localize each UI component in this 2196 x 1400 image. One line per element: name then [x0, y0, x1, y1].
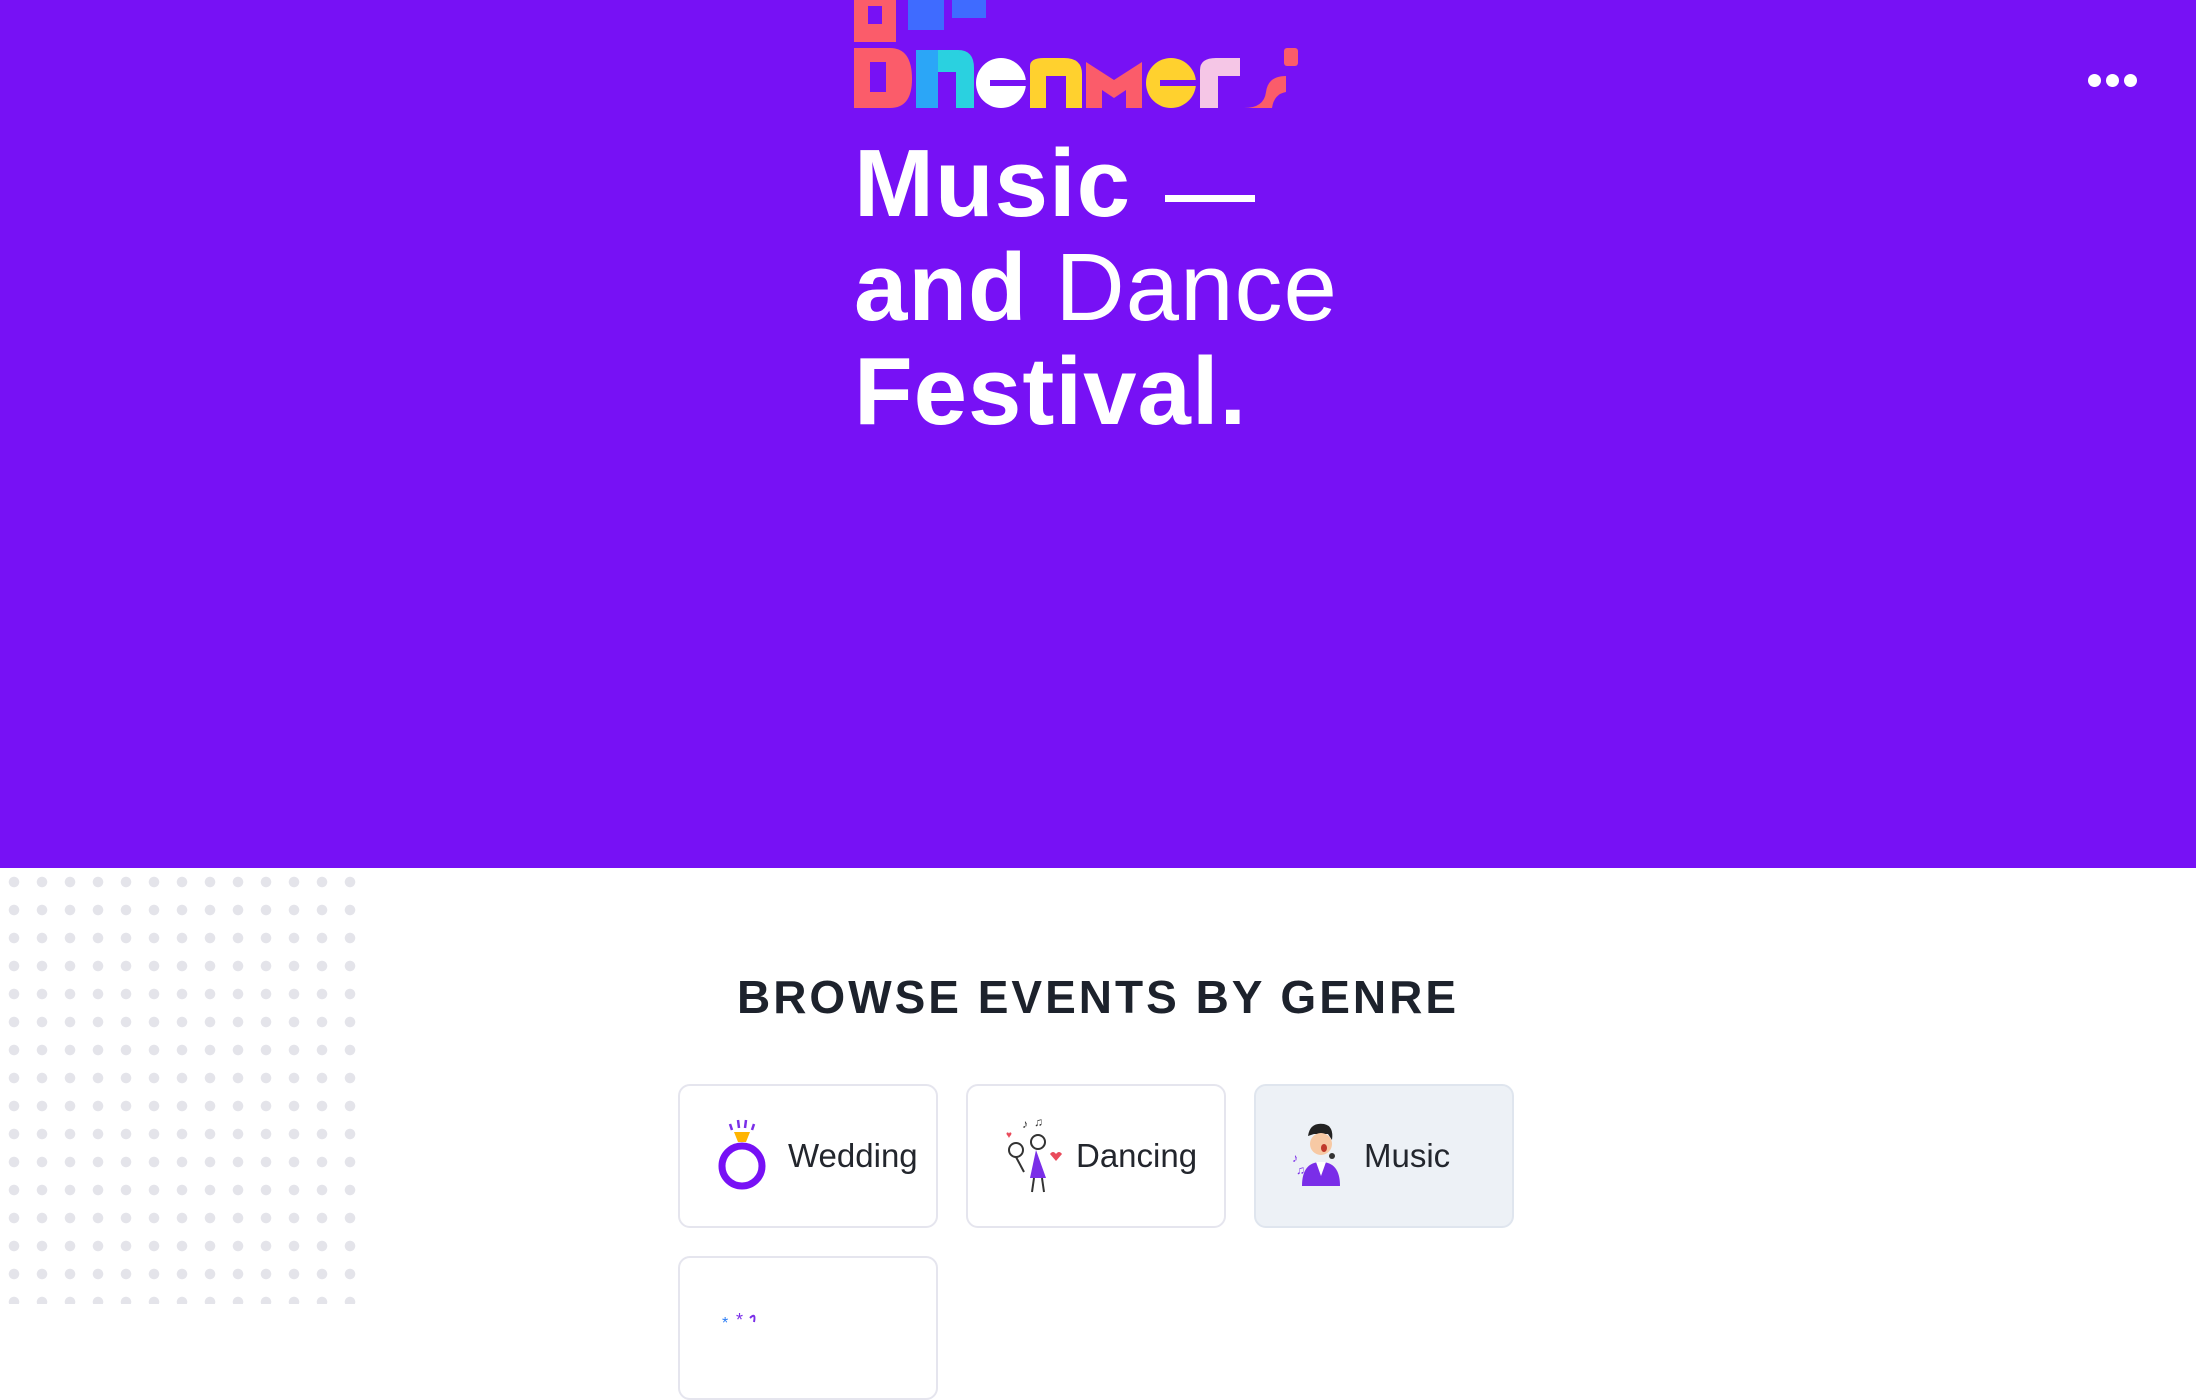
headline-line-2-bold: and — [854, 234, 1028, 341]
singer-icon: ♪ ♫ — [1292, 1123, 1340, 1186]
genre-card-wedding[interactable]: Wedding — [678, 1084, 938, 1228]
hero-section: Music and Dance Festival. — [0, 0, 2196, 868]
more-dots-icon — [2123, 73, 2137, 87]
dancing-couple-icon: ♪ ♫ ♥ — [1006, 1116, 1062, 1193]
menu-button[interactable] — [2082, 60, 2142, 100]
more-dots-icon — [2087, 73, 2101, 87]
headline-line-2-light: Dance — [1055, 234, 1338, 341]
svg-text:♫: ♫ — [1034, 1116, 1043, 1129]
svg-text:♪: ♪ — [1022, 1117, 1028, 1131]
genre-card-dancing[interactable]: ♪ ♫ ♥ Dancing — [966, 1084, 1226, 1228]
headline-dash — [1165, 195, 1256, 203]
svg-text:♫: ♫ — [1296, 1163, 1305, 1177]
party-confetti-icon: * * — [722, 1310, 756, 1332]
svg-text:♥: ♥ — [1006, 1130, 1012, 1141]
genre-card-music[interactable]: ♪ ♫ Music — [1254, 1084, 1514, 1228]
dotted-background-pattern — [0, 868, 370, 1304]
genre-card-party[interactable]: * * — [678, 1256, 938, 1400]
headline-line-1: Music — [854, 130, 1132, 237]
more-dots-icon — [2105, 73, 2119, 87]
wedding-ring-icon — [718, 1119, 766, 1190]
genre-label: Dancing — [1076, 1137, 1198, 1174]
svg-text:*: * — [736, 1310, 743, 1330]
genre-label: Music — [1364, 1137, 1451, 1174]
genre-section-title: BROWSE EVENTS BY GENRE — [736, 971, 1460, 1023]
bay-dreamers-logo[interactable] — [854, 0, 1344, 110]
headline-line-3: Festival. — [854, 338, 1248, 445]
genre-label: Wedding — [788, 1137, 918, 1174]
hero-headline: Music and Dance Festival. — [854, 132, 1338, 444]
svg-text:*: * — [722, 1315, 728, 1332]
